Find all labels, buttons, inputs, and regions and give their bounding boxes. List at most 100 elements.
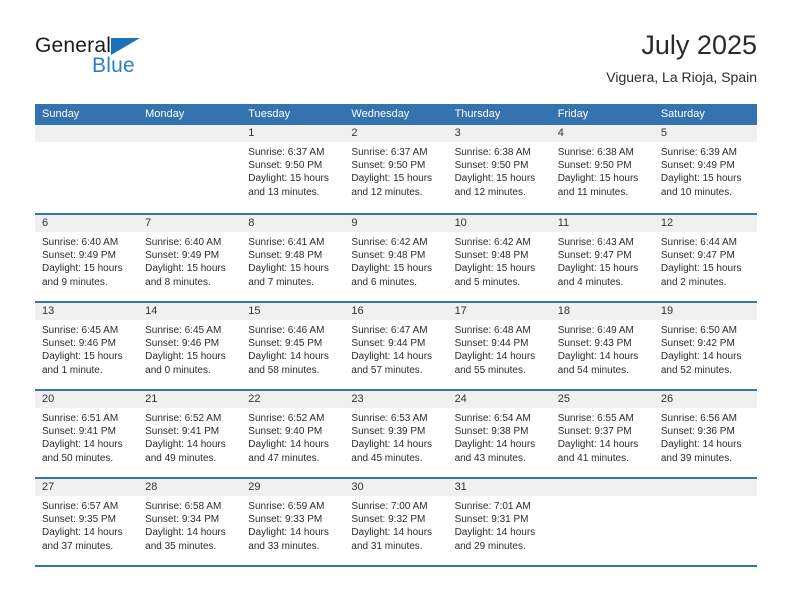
day-cell[interactable]: 1 Sunrise: 6:37 AM Sunset: 9:50 PM Daylight…	[241, 125, 345, 213]
sunrise-text: Sunrise: 6:38 AM	[454, 147, 531, 158]
sunrise-text: Sunrise: 6:57 AM	[42, 501, 119, 512]
day-cell-empty	[550, 479, 654, 565]
day-number: 24	[447, 391, 551, 408]
day-cell[interactable]: 16 Sunrise: 6:47 AM Sunset: 9:44 PM Dayligh…	[344, 303, 448, 389]
day-cell[interactable]: 23 Sunrise: 6:53 AM Sunset: 9:39 PM Dayligh…	[344, 391, 448, 477]
day-number: 19	[653, 303, 757, 320]
day-number	[550, 479, 654, 496]
day-cell[interactable]: 15 Sunrise: 6:46 AM Sunset: 9:45 PM Dayligh…	[241, 303, 345, 389]
sunset-text: Sunset: 9:46 PM	[145, 338, 220, 350]
week-row: 20 Sunrise: 6:51 AM Sunset: 9:41 PM Dayligh…	[35, 389, 757, 477]
day-cell[interactable]: 4 Sunrise: 6:38 AM Sunset: 9:50 PM Daylight…	[550, 125, 654, 213]
sunset-text: Sunset: 9:48 PM	[248, 250, 323, 262]
daylight-text: Daylight: 15 hours and 12 minutes.	[454, 173, 536, 198]
day-cell[interactable]: 6 Sunrise: 6:40 AM Sunset: 9:49 PM Daylight…	[35, 215, 139, 301]
sunset-text: Sunset: 9:46 PM	[42, 338, 116, 350]
sunrise-text: Sunrise: 6:42 AM	[454, 237, 531, 248]
general-blue-logo[interactable]: General Blue	[35, 34, 265, 86]
day-details: Sunrise: 6:52 AM Sunset: 9:41 PM Daylight:…	[138, 408, 241, 465]
day-number: 22	[241, 391, 345, 408]
day-details: Sunrise: 6:59 AM Sunset: 9:33 PM Daylight:…	[241, 496, 344, 553]
day-cell[interactable]: 3 Sunrise: 6:38 AM Sunset: 9:50 PM Daylight…	[447, 125, 551, 213]
sunrise-text: Sunrise: 6:47 AM	[351, 325, 428, 336]
day-cell[interactable]: 17 Sunrise: 6:48 AM Sunset: 9:44 PM Dayligh…	[447, 303, 551, 389]
sunrise-text: Sunrise: 6:50 AM	[660, 325, 737, 336]
day-cell[interactable]: 21 Sunrise: 6:52 AM Sunset: 9:41 PM Dayligh…	[138, 391, 242, 477]
sunrise-text: Sunrise: 6:44 AM	[660, 237, 737, 248]
day-cell[interactable]: 25 Sunrise: 6:55 AM Sunset: 9:37 PM Dayligh…	[550, 391, 654, 477]
day-details: Sunrise: 6:37 AM Sunset: 9:50 PM Daylight:…	[241, 142, 344, 199]
sunrise-text: Sunrise: 6:58 AM	[145, 501, 222, 512]
daylight-text: Daylight: 14 hours and 57 minutes.	[351, 351, 433, 376]
sunrise-text: Sunrise: 7:00 AM	[351, 501, 428, 512]
sunset-text: Sunset: 9:49 PM	[145, 250, 220, 262]
day-cell[interactable]: 11 Sunrise: 6:43 AM Sunset: 9:47 PM Dayligh…	[550, 215, 654, 301]
sunset-text: Sunset: 9:37 PM	[557, 426, 632, 438]
day-cell[interactable]: 14 Sunrise: 6:45 AM Sunset: 9:46 PM Dayligh…	[138, 303, 242, 389]
day-cell[interactable]: 31 Sunrise: 7:01 AM Sunset: 9:31 PM Dayligh…	[447, 479, 551, 565]
day-cell[interactable]: 9 Sunrise: 6:42 AM Sunset: 9:48 PM Daylight…	[344, 215, 448, 301]
day-details: Sunrise: 6:53 AM Sunset: 9:39 PM Daylight:…	[344, 408, 447, 465]
sunrise-text: Sunrise: 6:48 AM	[454, 325, 531, 336]
day-details: Sunrise: 7:01 AM Sunset: 9:31 PM Daylight:…	[448, 496, 551, 553]
day-cell[interactable]: 10 Sunrise: 6:42 AM Sunset: 9:48 PM Dayligh…	[447, 215, 551, 301]
day-details: Sunrise: 6:56 AM Sunset: 9:36 PM Daylight:…	[654, 408, 757, 465]
day-details: Sunrise: 6:57 AM Sunset: 9:35 PM Daylight:…	[35, 496, 138, 553]
day-cell[interactable]: 26 Sunrise: 6:56 AM Sunset: 9:36 PM Dayligh…	[653, 391, 757, 477]
day-cell[interactable]: 24 Sunrise: 6:54 AM Sunset: 9:38 PM Dayligh…	[447, 391, 551, 477]
day-number: 5	[653, 125, 757, 142]
day-cell[interactable]: 12 Sunrise: 6:44 AM Sunset: 9:47 PM Dayligh…	[653, 215, 757, 301]
day-cell[interactable]: 27 Sunrise: 6:57 AM Sunset: 9:35 PM Dayligh…	[35, 479, 139, 565]
day-cell[interactable]: 29 Sunrise: 6:59 AM Sunset: 9:33 PM Dayligh…	[241, 479, 345, 565]
daylight-text: Daylight: 14 hours and 29 minutes.	[454, 527, 536, 552]
day-cell[interactable]: 8 Sunrise: 6:41 AM Sunset: 9:48 PM Daylight…	[241, 215, 345, 301]
day-cell[interactable]: 2 Sunrise: 6:37 AM Sunset: 9:50 PM Daylight…	[344, 125, 448, 213]
week-row: 13 Sunrise: 6:45 AM Sunset: 9:46 PM Dayligh…	[35, 301, 757, 389]
sunset-text: Sunset: 9:50 PM	[351, 160, 426, 172]
daylight-text: Daylight: 14 hours and 50 minutes.	[42, 439, 123, 464]
calendar-bottom-rule	[35, 565, 757, 567]
daylight-text: Daylight: 15 hours and 10 minutes.	[660, 173, 742, 198]
day-number: 26	[653, 391, 757, 408]
sunrise-text: Sunrise: 6:40 AM	[145, 237, 222, 248]
sunset-text: Sunset: 9:42 PM	[660, 338, 735, 350]
daylight-text: Daylight: 15 hours and 7 minutes.	[248, 263, 329, 288]
weekday-thursday: Thursday	[454, 108, 501, 120]
day-details: Sunrise: 6:52 AM Sunset: 9:40 PM Daylight:…	[241, 408, 344, 465]
day-cell[interactable]: 22 Sunrise: 6:52 AM Sunset: 9:40 PM Dayligh…	[241, 391, 345, 477]
day-cell[interactable]: 30 Sunrise: 7:00 AM Sunset: 9:32 PM Dayligh…	[344, 479, 448, 565]
day-cell[interactable]: 7 Sunrise: 6:40 AM Sunset: 9:49 PM Daylight…	[138, 215, 242, 301]
day-cell[interactable]: 28 Sunrise: 6:58 AM Sunset: 9:34 PM Dayligh…	[138, 479, 242, 565]
sunset-text: Sunset: 9:47 PM	[557, 250, 632, 262]
day-cell[interactable]: 13 Sunrise: 6:45 AM Sunset: 9:46 PM Dayligh…	[35, 303, 139, 389]
day-number: 31	[447, 479, 551, 496]
day-cell[interactable]: 18 Sunrise: 6:49 AM Sunset: 9:43 PM Dayligh…	[550, 303, 654, 389]
daylight-text: Daylight: 15 hours and 4 minutes.	[557, 263, 639, 288]
sunrise-text: Sunrise: 6:59 AM	[248, 501, 325, 512]
day-details: Sunrise: 6:40 AM Sunset: 9:49 PM Daylight:…	[35, 232, 138, 289]
sunrise-text: Sunrise: 6:56 AM	[660, 413, 737, 424]
sunset-text: Sunset: 9:39 PM	[351, 426, 426, 438]
day-cell-empty	[653, 479, 757, 565]
day-details: Sunrise: 6:42 AM Sunset: 9:48 PM Daylight:…	[448, 232, 551, 289]
sunset-text: Sunset: 9:38 PM	[454, 426, 529, 438]
sunrise-text: Sunrise: 6:53 AM	[351, 413, 428, 424]
daylight-text: Daylight: 14 hours and 33 minutes.	[248, 527, 329, 552]
day-cell[interactable]: 5 Sunrise: 6:39 AM Sunset: 9:49 PM Daylight…	[653, 125, 757, 213]
day-number: 23	[344, 391, 448, 408]
day-cell-empty	[138, 125, 242, 213]
sunset-text: Sunset: 9:36 PM	[660, 426, 735, 438]
sunrise-text: Sunrise: 6:39 AM	[660, 147, 737, 158]
sunset-text: Sunset: 9:49 PM	[660, 160, 735, 172]
day-number: 20	[35, 391, 139, 408]
day-number: 14	[138, 303, 242, 320]
sunrise-text: Sunrise: 6:55 AM	[557, 413, 634, 424]
day-number: 4	[550, 125, 654, 142]
day-details: Sunrise: 6:44 AM Sunset: 9:47 PM Daylight:…	[654, 232, 757, 289]
day-number: 29	[241, 479, 345, 496]
day-cell[interactable]: 19 Sunrise: 6:50 AM Sunset: 9:42 PM Dayligh…	[653, 303, 757, 389]
triangle-icon	[111, 38, 140, 55]
day-cell[interactable]: 20 Sunrise: 6:51 AM Sunset: 9:41 PM Dayligh…	[35, 391, 139, 477]
sunset-text: Sunset: 9:45 PM	[248, 338, 323, 350]
day-details: Sunrise: 6:47 AM Sunset: 9:44 PM Daylight:…	[344, 320, 447, 377]
